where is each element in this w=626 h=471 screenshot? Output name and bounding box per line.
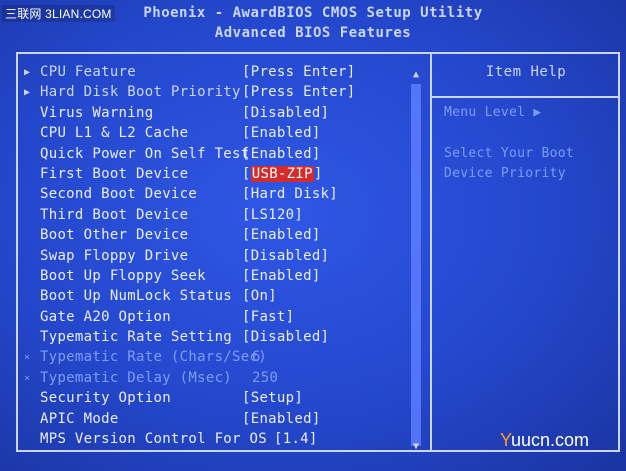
setting-label: APIC Mode (40, 410, 119, 427)
settings-list: ▶ CPU Feature [Press Enter] ▶ Hard Disk … (24, 64, 414, 451)
help-text-line-2: Device Priority (444, 166, 566, 181)
panel-divider (430, 52, 432, 452)
setting-third-boot-device[interactable]: Third Boot Device [LS120] (24, 207, 414, 227)
setting-label: Typematic Rate (Chars/Sec) (40, 349, 267, 366)
setting-cpu-feature[interactable]: ▶ CPU Feature [Press Enter] (24, 64, 414, 84)
setting-label: Third Boot Device (40, 206, 189, 223)
setting-floppy-seek[interactable]: Boot Up Floppy Seek [Enabled] (24, 268, 414, 288)
selected-value-highlight[interactable]: USB-ZIP (250, 165, 314, 182)
setting-value[interactable]: [Enabled] (242, 411, 321, 427)
setting-hard-disk-boot-priority[interactable]: ▶ Hard Disk Boot Priority [Press Enter] (24, 84, 414, 104)
setting-typematic-rate: × Typematic Rate (Chars/Sec) 6 (24, 349, 414, 369)
setting-value[interactable]: [1.4] (274, 431, 318, 447)
setting-label: CPU Feature (40, 64, 137, 80)
item-help-title: Item Help (485, 64, 567, 80)
setting-label: Swap Floppy Drive (40, 247, 189, 264)
setting-security-option[interactable]: Security Option [Setup] (24, 390, 414, 410)
setting-label: Typematic Rate Setting (40, 329, 233, 346)
setting-value[interactable]: [Enabled] (242, 125, 321, 141)
setting-value[interactable]: [Enabled] (242, 268, 321, 284)
setting-label: Boot Up NumLock Status (40, 288, 233, 305)
submenu-arrow-icon: ▶ (24, 67, 31, 78)
setting-value: 250 (252, 369, 279, 386)
setting-gate-a20[interactable]: Gate A20 Option [Fast] (24, 309, 414, 329)
setting-numlock[interactable]: Boot Up NumLock Status [On] (24, 288, 414, 308)
setting-value: 6 (252, 349, 261, 366)
setting-value[interactable]: [Press Enter] (242, 64, 355, 80)
setting-label: Typematic Delay (Msec) (40, 369, 233, 386)
setting-label: Second Boot Device (40, 186, 198, 203)
setting-label: Boot Other Device (40, 227, 189, 244)
setting-value[interactable]: [Enabled] (242, 227, 321, 243)
setting-label: Hard Disk Boot Priority (40, 84, 241, 101)
setting-label: MPS Version Control For OS (40, 431, 267, 448)
bios-screen: 三联网 3LIAN.COM Phoenix - AwardBIOS CMOS S… (0, 0, 626, 471)
setting-label: Quick Power On Self Test (40, 145, 250, 162)
setting-value[interactable]: [Enabled] (242, 146, 321, 162)
setting-label: CPU L1 & L2 Cache (40, 125, 189, 142)
setting-label: Virus Warning (40, 104, 154, 121)
setting-value[interactable]: [Disabled] (242, 248, 329, 264)
setting-boot-other-device[interactable]: Boot Other Device [Enabled] (24, 227, 414, 247)
setting-label: First Boot Device (40, 165, 189, 182)
setting-value[interactable]: [Press Enter] (242, 84, 355, 100)
setting-mps-version[interactable]: MPS Version Control For OS [1.4] (24, 431, 414, 451)
setting-first-boot-device[interactable]: First Boot Device [USB-ZIP] (24, 165, 414, 186)
watermark-domain: uucn.com (511, 430, 590, 450)
menu-level-text: Menu Level ▶ (444, 105, 542, 120)
setting-label: Boot Up Floppy Seek (40, 267, 206, 284)
submenu-arrow-icon: ▶ (24, 87, 31, 99)
setting-value[interactable]: [USB-ZIP] (242, 165, 323, 182)
setting-label: Security Option (40, 390, 171, 407)
setting-value[interactable]: [LS120] (242, 207, 303, 223)
setting-value[interactable]: [On] (242, 288, 277, 304)
setting-typematic-delay: × Typematic Delay (Msec) 250 (24, 370, 414, 390)
setting-virus-warning[interactable]: Virus Warning [Disabled] (24, 105, 414, 125)
bios-title: Phoenix - AwardBIOS CMOS Setup Utility (143, 5, 483, 21)
bracket-close: ] (313, 165, 323, 182)
setting-label: Gate A20 Option (40, 308, 171, 325)
bracket-open: [ (242, 165, 251, 182)
setting-cpu-cache[interactable]: CPU L1 & L2 Cache [Enabled] (24, 125, 414, 145)
setting-value[interactable]: [Disabled] (242, 105, 329, 121)
setting-value[interactable]: [Hard Disk] (242, 186, 338, 202)
disabled-x-icon: × (24, 352, 31, 364)
disabled-x-icon: × (24, 372, 31, 384)
setting-apic-mode[interactable]: APIC Mode [Enabled] (24, 411, 414, 431)
watermark-bottom: Yuucn.com (500, 430, 624, 451)
setting-second-boot-device[interactable]: Second Boot Device [Hard Disk] (24, 186, 414, 206)
watermark-logo-letter: Y (500, 430, 512, 450)
setting-typematic-rate-setting[interactable]: Typematic Rate Setting [Disabled] (24, 329, 414, 349)
setting-value[interactable]: [Fast] (242, 309, 294, 325)
help-divider (432, 96, 620, 98)
setting-quick-post[interactable]: Quick Power On Self Test [Enabled] (24, 146, 414, 166)
setting-value[interactable]: [Setup] (242, 390, 303, 406)
page-title: Advanced BIOS Features (214, 25, 412, 41)
setting-value[interactable]: [Disabled] (242, 329, 329, 345)
help-text-line-1: Select Your Boot (444, 146, 575, 161)
setting-swap-floppy[interactable]: Swap Floppy Drive [Disabled] (24, 248, 414, 268)
